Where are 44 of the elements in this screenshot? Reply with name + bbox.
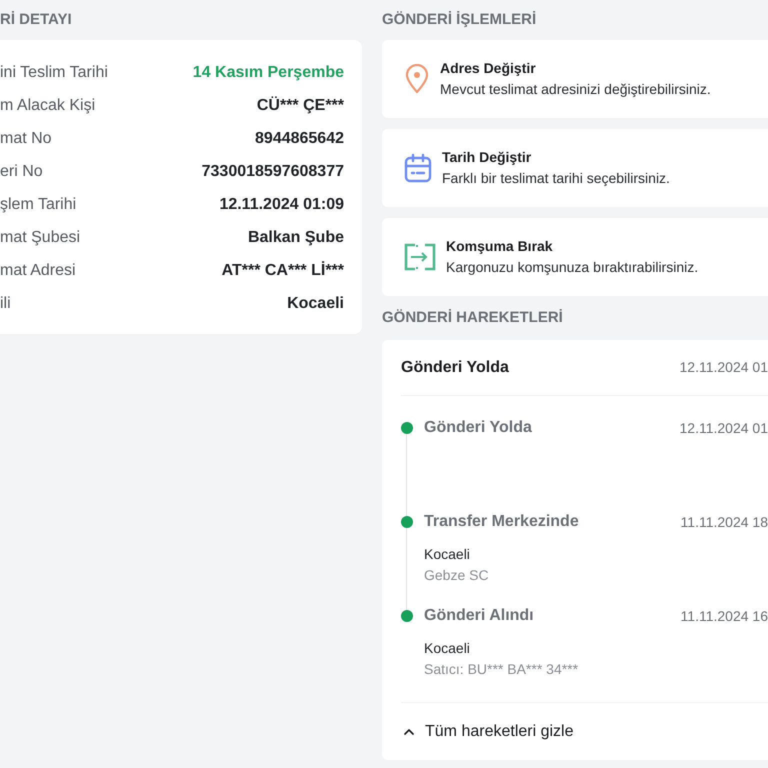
location-pin-icon bbox=[404, 64, 430, 94]
status-time: 12.11.2024 01 bbox=[680, 358, 768, 377]
event-time: 11.11.2024 16 bbox=[680, 606, 768, 626]
detail-value: 7330018597608377 bbox=[202, 162, 344, 182]
action-card[interactable]: Komşuma Bırak Kargonuzu komşunuza bıraktırabilirsiniz. bbox=[382, 218, 768, 296]
detail-label: eri No bbox=[0, 162, 43, 182]
calendar-icon bbox=[404, 153, 432, 183]
detail-label: ili bbox=[0, 294, 11, 314]
action-description: Kargonuzu komşunuza bıraktırabilirsiniz. bbox=[446, 258, 698, 277]
event-location: Kocaeli bbox=[424, 639, 471, 658]
event-location: Kocaeli bbox=[424, 545, 471, 564]
event-title: Transfer Merkezinde bbox=[424, 512, 579, 532]
action-title: Adres Değiştir bbox=[440, 59, 537, 78]
event-detail: Satıcı: BU*** BA*** 34*** bbox=[424, 660, 580, 679]
event-title: Gönderi Yolda bbox=[424, 418, 532, 438]
detail-value: Kocaeli bbox=[287, 294, 344, 314]
action-description: Mevcut teslimat adresinizi değiştirebilirsiniz. bbox=[440, 80, 711, 99]
event-time: 12.11.2024 01 bbox=[680, 418, 768, 438]
detail-value: 14 Kasım Perşembe bbox=[192, 62, 344, 82]
detail-value: Balkan Şube bbox=[248, 228, 344, 248]
detail-label: ini Teslim Tarihi bbox=[0, 62, 108, 82]
action-description: Farklı bir teslimat tarihi seçebilirsiniz. bbox=[442, 169, 670, 188]
detail-value: CÜ*** ÇE*** bbox=[256, 95, 344, 116]
hide-movements-button[interactable]: Tüm hareketleri gizle bbox=[401, 702, 768, 760]
detail-label: şlem Tarihi bbox=[0, 194, 76, 214]
handover-icon bbox=[404, 243, 436, 271]
section-heading: Rİ DETAYI bbox=[0, 10, 73, 30]
detail-label: mat Şubesi bbox=[0, 228, 80, 248]
event-time: 11.11.2024 18 bbox=[680, 512, 768, 532]
detail-value: AT*** CA*** Lİ*** bbox=[222, 260, 344, 280]
detail-label: mat Adresi bbox=[0, 260, 76, 280]
section-heading: GÖNDERİ İŞLEMLERİ bbox=[382, 10, 538, 30]
event-title: Gönderi Alındı bbox=[424, 606, 534, 626]
detail-label: m Alacak Kişi bbox=[0, 96, 96, 116]
event-detail: Gebze SC bbox=[424, 566, 490, 585]
detail-value: 12.11.2024 01:09 bbox=[219, 194, 344, 214]
action-title: Komşuma Bırak bbox=[446, 237, 554, 256]
detail-value: 8944865642 bbox=[255, 128, 344, 148]
detail-label: mat No bbox=[0, 128, 52, 148]
section-heading: GÖNDERİ HAREKETLERİ bbox=[382, 308, 564, 328]
action-title: Tarih Değiştir bbox=[442, 148, 532, 167]
current-status: Gönderi Yolda bbox=[401, 358, 509, 378]
action-card[interactable]: Adres Değiştir Mevcut teslimat adresinizi değiştirebilirsiniz. bbox=[382, 40, 768, 118]
action-card[interactable]: Tarih Değiştir Farklı bir teslimat tarihi seçebilirsiniz. bbox=[382, 129, 768, 207]
